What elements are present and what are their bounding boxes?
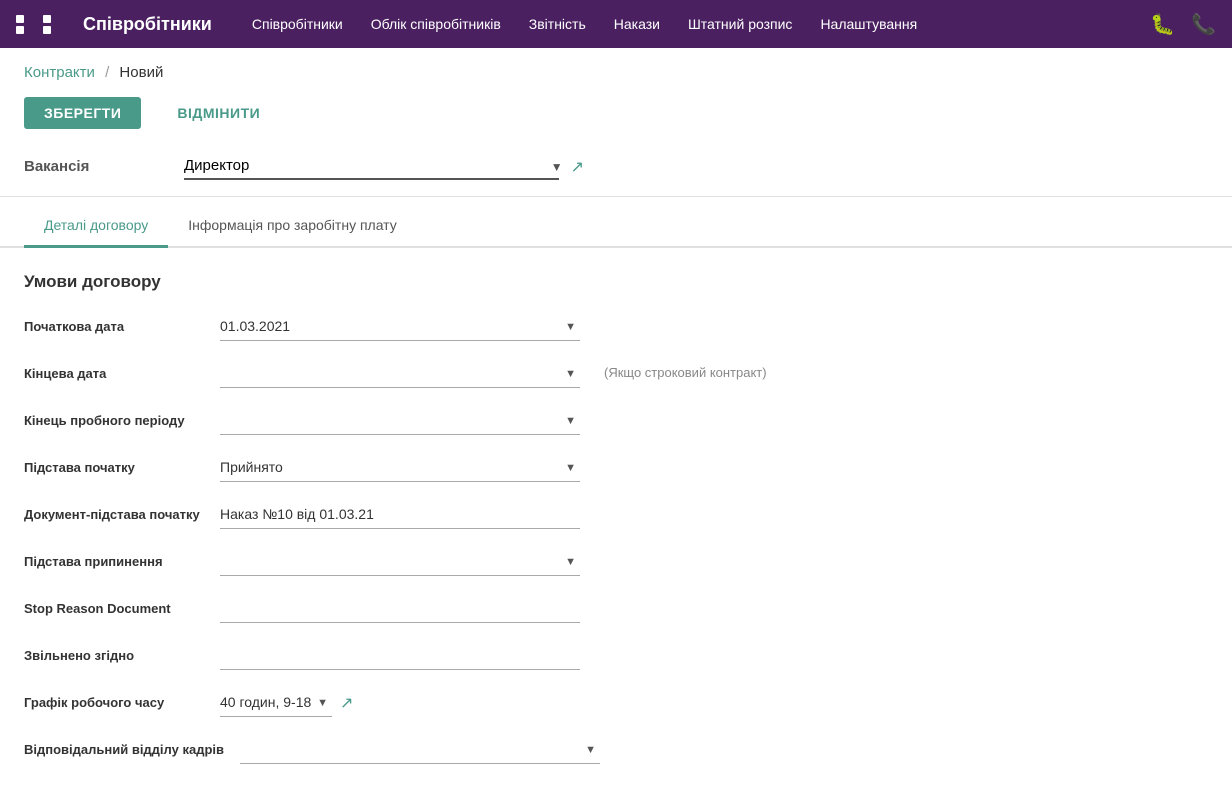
nav-reports[interactable]: Звітність: [529, 16, 586, 32]
phone-icon[interactable]: 📞: [1191, 12, 1216, 37]
form-row-dismissed-by: Звільнено згідно: [24, 641, 1208, 670]
nav-settings[interactable]: Налаштування: [820, 16, 917, 32]
select-trial-end[interactable]: [220, 406, 580, 435]
select-work-schedule[interactable]: 40 годин, 9-18: [220, 688, 332, 717]
nav-orders[interactable]: Накази: [614, 16, 660, 32]
control-stop-reason: ▼: [220, 547, 580, 576]
form-row-start-reason: Підстава початку Прийнято ▼: [24, 453, 1208, 482]
form-row-start-doc: Документ-підстава початку: [24, 500, 1208, 529]
vacancy-select-wrapper: Директор ▼ ↗: [184, 153, 584, 180]
label-hr-department: Відповідальний відділу кадрів: [24, 735, 224, 759]
vacancy-label: Вакансія: [24, 158, 144, 175]
select-end-date[interactable]: [220, 359, 580, 388]
top-navigation: Співробітники Співробітники Облік співро…: [0, 0, 1232, 48]
vacancy-dropdown-arrow: ▼: [551, 160, 563, 174]
form-row-hr-department: Відповідальний відділу кадрів ▼: [24, 735, 1208, 764]
control-end-date: ▼: [220, 359, 580, 388]
form-row-stop-reason: Підстава припинення ▼: [24, 547, 1208, 576]
control-trial-end: ▼: [220, 406, 580, 435]
tabs: Деталі договору Інформація про заробітну…: [0, 205, 1232, 248]
form-section: Умови договору Початкова дата 01.03.2021…: [0, 248, 1232, 806]
tab-contract-details[interactable]: Деталі договору: [24, 205, 168, 248]
label-start-doc: Документ-підстава початку: [24, 500, 204, 524]
form-row-trial-end: Кінець пробного періоду ▼: [24, 406, 1208, 435]
label-work-schedule: Графік робочого часу: [24, 688, 204, 712]
control-dismissed-by: [220, 641, 580, 670]
work-schedule-external-link-icon[interactable]: ↗: [340, 693, 353, 713]
vacancy-select[interactable]: Директор: [184, 153, 559, 180]
vacancy-row: Вакансія Директор ▼ ↗: [0, 145, 1232, 197]
nav-employee-accounting[interactable]: Облік співробітників: [371, 16, 501, 32]
form-row-end-date: Кінцева дата ▼ (Якщо строковий контракт): [24, 359, 1208, 388]
form-row-stop-reason-doc: Stop Reason Document: [24, 594, 1208, 623]
label-start-reason: Підстава початку: [24, 453, 204, 477]
breadcrumb: Контракти / Новий: [0, 48, 1232, 89]
save-button[interactable]: ЗБЕРЕГТИ: [24, 97, 141, 129]
label-stop-reason: Підстава припинення: [24, 547, 204, 571]
control-work-schedule: 40 годин, 9-18 ▼ ↗: [220, 688, 353, 717]
cancel-button[interactable]: ВІДМІНИТИ: [157, 97, 280, 129]
bug-icon[interactable]: 🐛: [1150, 12, 1175, 37]
nav-links: Співробітники Облік співробітників Звітн…: [252, 16, 1150, 32]
breadcrumb-separator: /: [105, 64, 109, 81]
section-title: Умови договору: [24, 272, 1208, 292]
breadcrumb-parent[interactable]: Контракти: [24, 64, 95, 81]
select-wrapper-work-schedule: 40 годин, 9-18 ▼: [220, 688, 332, 717]
form-row-start-date: Початкова дата 01.03.2021 ▼: [24, 312, 1208, 341]
control-start-doc: [220, 500, 580, 529]
select-start-reason[interactable]: Прийнято: [220, 453, 580, 482]
end-date-hint: (Якщо строковий контракт): [604, 359, 767, 380]
control-start-date: 01.03.2021 ▼: [220, 312, 580, 341]
nav-icon-group: 🐛 📞: [1150, 12, 1216, 37]
input-stop-reason-doc[interactable]: [220, 594, 580, 623]
grid-icon[interactable]: [16, 15, 67, 34]
nav-employees[interactable]: Співробітники: [252, 16, 343, 32]
input-start-doc[interactable]: [220, 500, 580, 529]
label-start-date: Початкова дата: [24, 312, 204, 336]
select-stop-reason[interactable]: [220, 547, 580, 576]
breadcrumb-current: Новий: [119, 64, 163, 81]
label-trial-end: Кінець пробного періоду: [24, 406, 204, 430]
label-end-date: Кінцева дата: [24, 359, 204, 383]
input-dismissed-by[interactable]: [220, 641, 580, 670]
control-hr-department: ▼: [240, 735, 600, 764]
tab-salary-info[interactable]: Інформація про заробітну плату: [168, 205, 417, 248]
control-stop-reason-doc: [220, 594, 580, 623]
nav-staffing[interactable]: Штатний розпис: [688, 16, 792, 32]
select-start-date[interactable]: 01.03.2021: [220, 312, 580, 341]
form-row-work-schedule: Графік робочого часу 40 годин, 9-18 ▼ ↗: [24, 688, 1208, 717]
control-start-reason: Прийнято ▼: [220, 453, 580, 482]
toolbar: ЗБЕРЕГТИ ВІДМІНИТИ: [0, 89, 1232, 145]
label-stop-reason-doc: Stop Reason Document: [24, 594, 204, 618]
vacancy-external-link-icon[interactable]: ↗: [571, 157, 584, 177]
label-dismissed-by: Звільнено згідно: [24, 641, 204, 665]
app-title: Співробітники: [83, 14, 212, 35]
select-hr-department[interactable]: [240, 735, 600, 764]
